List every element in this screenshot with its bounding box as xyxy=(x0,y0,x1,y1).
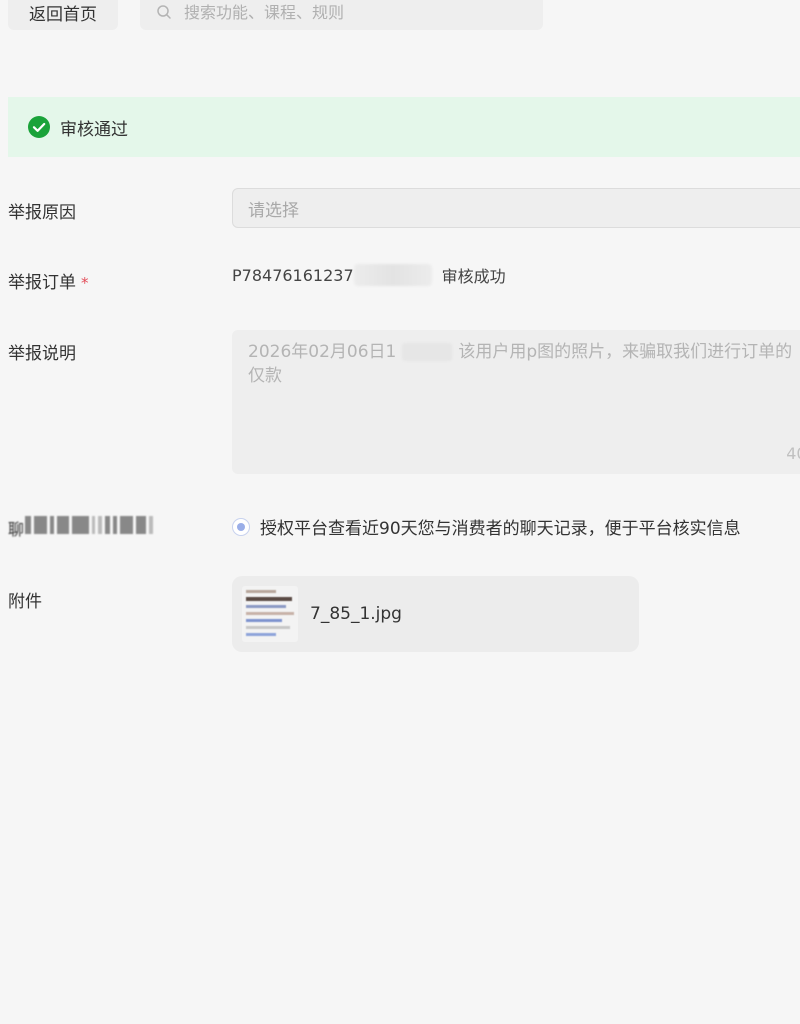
search-input[interactable] xyxy=(182,1,526,23)
order-value: P78476161237 审核成功 xyxy=(232,263,506,287)
status-banner-text: 审核通过 xyxy=(60,119,128,140)
redacted-text xyxy=(402,343,453,361)
search-icon xyxy=(156,4,172,20)
order-id: P78476161237 xyxy=(232,265,354,285)
chat-auth-label-blurred: 聊 xyxy=(8,514,153,539)
radio-dot-icon xyxy=(237,522,245,531)
attachment-file-name: 7_85_1.jpg xyxy=(310,604,402,624)
attachment-card[interactable]: 7_85_1.jpg xyxy=(232,576,639,652)
description-label: 举报说明 xyxy=(8,344,76,364)
search-box[interactable] xyxy=(140,0,543,30)
top-bar: 返回首页 xyxy=(0,0,800,40)
required-mark: * xyxy=(81,274,89,292)
description-text-prefix: 2026年02月06日1 xyxy=(248,342,397,362)
reason-select-placeholder: 请选择 xyxy=(248,200,299,221)
attachment-thumbnail-image[interactable] xyxy=(242,586,298,642)
reason-label: 举报原因 xyxy=(8,203,76,223)
check-circle-icon xyxy=(28,116,50,138)
attachment-label: 附件 xyxy=(8,592,42,612)
chat-auth-text: 授权平台查看近90天您与消费者的聊天记录，便于平台核实信息 xyxy=(260,519,741,539)
status-banner: 审核通过 xyxy=(8,97,800,157)
order-status: 审核成功 xyxy=(441,267,506,286)
char-counter: 40/ xyxy=(786,444,800,463)
order-label: 举报订单 xyxy=(8,273,76,293)
chat-auth-radio-row[interactable]: 授权平台查看近90天您与消费者的聊天记录，便于平台核实信息 xyxy=(232,514,741,539)
description-textarea[interactable]: 2026年02月06日1该用户用p图的照片，来骗取我们进行订单的仅款 40/ xyxy=(232,330,800,474)
redacted-order-suffix xyxy=(353,264,432,286)
reason-select[interactable]: 请选择 xyxy=(232,188,800,228)
chat-auth-radio[interactable] xyxy=(232,517,250,536)
order-label-row: 举报订单 * xyxy=(8,268,89,293)
back-home-button[interactable]: 返回首页 xyxy=(8,0,118,30)
